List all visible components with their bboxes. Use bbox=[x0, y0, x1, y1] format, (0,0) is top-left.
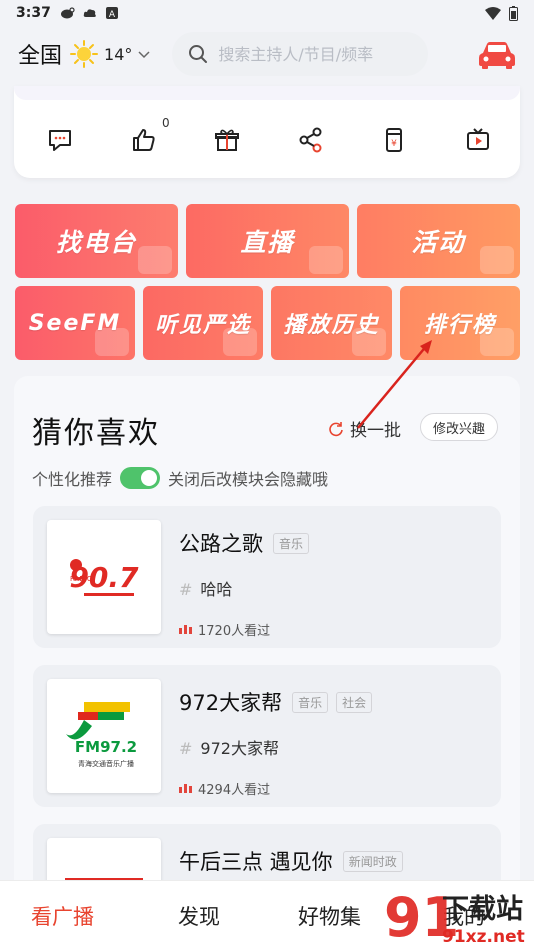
tile-label: SeeFM bbox=[28, 310, 122, 336]
item-title-text: 972大家帮 bbox=[179, 691, 283, 715]
status-time: 3:37 bbox=[16, 5, 51, 21]
status-right bbox=[485, 5, 518, 21]
tile-label: 播放历史 bbox=[283, 313, 380, 338]
views-icon bbox=[179, 625, 192, 634]
header: 全国 14° bbox=[0, 26, 534, 82]
item-subtitle-text: 972大家帮 bbox=[200, 739, 279, 758]
nav-tab-listen[interactable]: 看广播 bbox=[31, 901, 94, 931]
share-icon bbox=[299, 127, 322, 153]
thumbs-up-icon bbox=[132, 129, 155, 151]
search-input[interactable] bbox=[218, 44, 409, 64]
item-title: 972大家帮 音乐 社会 bbox=[179, 687, 373, 717]
svg-text:A: A bbox=[109, 10, 116, 19]
comment-icon bbox=[49, 130, 71, 151]
tile-label: 听见严选 bbox=[154, 313, 251, 338]
share-button[interactable] bbox=[295, 124, 327, 156]
car-mode-icon[interactable] bbox=[478, 39, 516, 69]
radio-icon bbox=[138, 246, 172, 274]
list-item[interactable]: FM97.2 青海交通音乐广播 972大家帮 音乐 社会 #972大家帮 4294人… bbox=[33, 665, 501, 807]
recommend-section: 猜你喜欢 换一批 修改兴趣 个性化推荐 关闭后改模块会隐藏哦 90.7 RADI… bbox=[14, 376, 520, 950]
item-title: 午后三点 遇见你 新闻时政 bbox=[179, 846, 403, 876]
personalized-toggle[interactable] bbox=[120, 467, 161, 489]
search-bar[interactable] bbox=[172, 32, 429, 76]
comment-button[interactable] bbox=[44, 124, 76, 156]
wifi-icon bbox=[485, 6, 501, 20]
tile-label: 找电台 bbox=[55, 228, 137, 257]
item-views: 1720人看过 bbox=[179, 620, 270, 639]
reward-button[interactable]: ¥ bbox=[378, 124, 410, 156]
item-views-text: 1720人看过 bbox=[198, 624, 271, 639]
station-logo: FM97.2 青海交通音乐广播 bbox=[47, 679, 161, 793]
refresh-button[interactable]: 换一批 bbox=[328, 416, 401, 441]
modify-interests-button[interactable]: 修改兴趣 bbox=[420, 413, 499, 441]
tv-play-icon bbox=[309, 246, 343, 274]
chevron-down-icon[interactable] bbox=[138, 48, 150, 60]
watermark-logo: 91 下载站 91xz.net bbox=[384, 886, 525, 949]
logo-sub: 青海交通音乐广播 bbox=[78, 759, 134, 768]
item-title-text: 午后三点 遇见你 bbox=[179, 850, 333, 874]
personalized-note: 关闭后改模块会隐藏哦 bbox=[168, 470, 329, 489]
tile-ranking[interactable]: 排行榜 bbox=[400, 286, 520, 360]
logo-fm972-icon: FM97.2 青海交通音乐广播 bbox=[66, 702, 137, 768]
quick-actions-card: 0 ¥ bbox=[14, 86, 520, 178]
flag-icon bbox=[480, 246, 514, 274]
refresh-label: 换一批 bbox=[350, 421, 401, 441]
item-tag: 音乐 bbox=[292, 692, 329, 713]
tile-label: 活动 bbox=[411, 228, 466, 257]
logo-sub: RADIO bbox=[70, 575, 93, 583]
station-logo: 90.7 RADIO bbox=[47, 520, 161, 634]
tile-history[interactable]: 播放历史 bbox=[271, 286, 392, 360]
personalized-label: 个性化推荐 bbox=[32, 470, 113, 489]
tile-find-station[interactable]: 找电台 bbox=[15, 204, 178, 278]
item-title: 公路之歌 音乐 bbox=[179, 528, 310, 558]
refresh-icon bbox=[329, 421, 343, 436]
temperature: 14° bbox=[104, 44, 133, 64]
watermark-text: 下载站 bbox=[442, 894, 523, 925]
a-icon: A bbox=[105, 7, 118, 19]
tv-icon bbox=[466, 128, 489, 150]
search-icon bbox=[189, 45, 208, 63]
region-selector[interactable]: 全国 bbox=[18, 38, 62, 70]
gift-button[interactable] bbox=[211, 124, 243, 156]
logo-907-icon: 90.7 RADIO bbox=[69, 559, 139, 596]
tile-live[interactable]: 直播 bbox=[186, 204, 349, 278]
item-tag: 新闻时政 bbox=[342, 851, 403, 872]
item-subtitle-text: 哈哈 bbox=[200, 580, 233, 599]
like-count: 0 bbox=[161, 116, 170, 130]
like-button[interactable]: 0 bbox=[128, 116, 170, 156]
tile-seefm[interactable]: SeeFM bbox=[15, 286, 135, 360]
item-views: 4294人看过 bbox=[179, 779, 270, 798]
item-tag: 音乐 bbox=[273, 533, 310, 554]
tile-label: 直播 bbox=[240, 228, 295, 257]
item-subtitle: #972大家帮 bbox=[179, 739, 279, 758]
watermark-url: 91xz.net bbox=[442, 927, 525, 947]
personalized-row: 个性化推荐 关闭后改模块会隐藏哦 bbox=[32, 466, 328, 490]
logo-text: FM97.2 bbox=[75, 738, 137, 756]
tile-activity[interactable]: 活动 bbox=[357, 204, 520, 278]
views-icon bbox=[179, 784, 192, 793]
nav-tab-goods[interactable]: 好物集 bbox=[298, 901, 361, 931]
tile-label: 排行榜 bbox=[423, 313, 496, 338]
battery-icon bbox=[509, 5, 518, 21]
gift-icon bbox=[215, 129, 240, 151]
item-views-text: 4294人看过 bbox=[198, 783, 271, 798]
card-top-strip bbox=[14, 86, 520, 100]
tv-button[interactable] bbox=[462, 124, 494, 156]
item-tag: 社会 bbox=[336, 692, 373, 713]
coin-cup-icon: ¥ bbox=[386, 128, 403, 152]
status-bar: 3:37 A bbox=[0, 0, 534, 26]
weibo-icon bbox=[60, 7, 75, 19]
section-title: 猜你喜欢 bbox=[32, 416, 160, 451]
cloud-icon bbox=[83, 9, 96, 17]
item-subtitle: # 哈哈 bbox=[179, 580, 233, 599]
tile-selection[interactable]: 听见严选 bbox=[143, 286, 263, 360]
item-title-text: 公路之歌 bbox=[179, 532, 263, 556]
sun-icon bbox=[70, 40, 99, 68]
quick-actions: 0 ¥ bbox=[44, 116, 494, 156]
list-item[interactable]: 90.7 RADIO 公路之歌 音乐 # 哈哈 1720人看过 bbox=[33, 506, 501, 648]
nav-tab-discover[interactable]: 发现 bbox=[178, 901, 220, 931]
svg-text:¥: ¥ bbox=[392, 139, 398, 149]
